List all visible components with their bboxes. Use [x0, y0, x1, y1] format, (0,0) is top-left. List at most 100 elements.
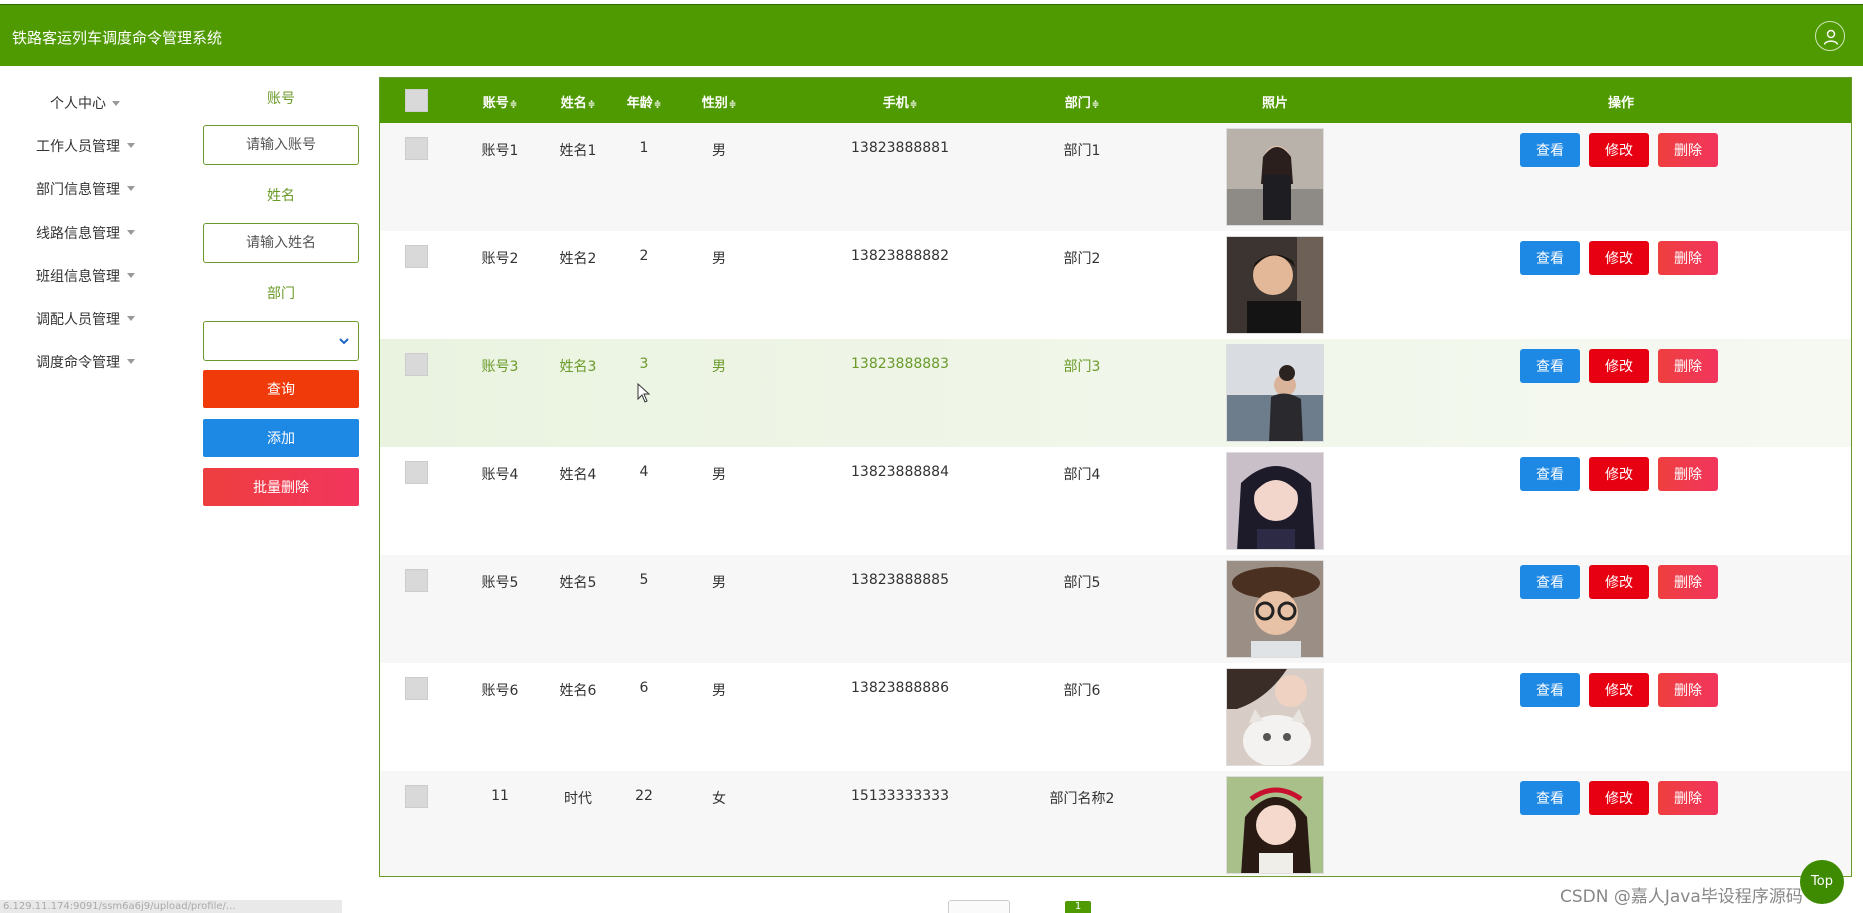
view-button[interactable]: 查看	[1520, 457, 1580, 491]
caret-down-icon	[127, 316, 135, 321]
delete-button[interactable]: 删除	[1658, 349, 1718, 383]
caret-down-icon	[127, 143, 135, 148]
name-label: 姓名	[267, 188, 295, 204]
sidebar-item-team[interactable]: 班组信息管理	[0, 266, 170, 296]
browser-status-url: 6.129.11.174:9091/ssm6a6j9/upload/profil…	[0, 900, 342, 913]
edit-button[interactable]: 修改	[1589, 349, 1649, 383]
row-checkbox[interactable]	[405, 461, 428, 484]
chevron-down-icon	[339, 338, 349, 345]
sidebar-item-label: 线路信息管理	[36, 226, 120, 242]
name-input[interactable]	[203, 223, 359, 263]
caret-down-icon	[127, 273, 135, 278]
sidebar-item-route[interactable]: 线路信息管理	[0, 223, 170, 253]
column-header-account[interactable]: 账号≑	[470, 92, 530, 111]
staff-photo	[1226, 452, 1324, 550]
delete-button[interactable]: 删除	[1658, 241, 1718, 275]
column-header-photo: 照片	[1261, 96, 1288, 111]
column-header-dept[interactable]: 部门≑	[1052, 92, 1112, 111]
row-checkbox[interactable]	[405, 245, 428, 268]
account-input[interactable]	[203, 125, 359, 165]
column-header-name[interactable]: 姓名≑	[548, 92, 608, 111]
view-button[interactable]: 查看	[1520, 349, 1580, 383]
edit-button[interactable]: 修改	[1589, 673, 1649, 707]
cell-gender: 男	[712, 575, 726, 591]
caret-down-icon	[127, 359, 135, 364]
account-label: 账号	[267, 91, 295, 107]
sidebar-item-personal-center[interactable]: 个人中心	[0, 93, 170, 123]
mouse-cursor-icon	[637, 383, 651, 403]
caret-down-icon	[112, 101, 120, 106]
cell-phone: 13823888882	[851, 248, 949, 264]
sidebar-item-department[interactable]: 部门信息管理	[0, 179, 170, 209]
back-to-top-button[interactable]: Top	[1800, 860, 1844, 904]
cell-gender: 男	[712, 251, 726, 267]
edit-button[interactable]: 修改	[1589, 241, 1649, 275]
row-checkbox[interactable]	[405, 785, 428, 808]
view-button[interactable]: 查看	[1520, 565, 1580, 599]
pagination-prev-button[interactable]	[948, 900, 1010, 913]
edit-button[interactable]: 修改	[1589, 133, 1649, 167]
delete-button[interactable]: 删除	[1658, 457, 1718, 491]
add-button[interactable]: 添加	[203, 419, 359, 457]
cell-name: 姓名3	[559, 359, 597, 375]
pagination-current-page[interactable]: 1	[1065, 901, 1091, 913]
sidebar-item-staff[interactable]: 工作人员管理	[0, 136, 170, 166]
table-row: 账号4 姓名4 4 男 13823888884 部门4 查看 修改 删除	[380, 447, 1851, 555]
cell-age: 3	[639, 356, 649, 372]
sort-icon: ≑	[909, 100, 918, 110]
cell-name: 姓名5	[559, 575, 597, 591]
row-checkbox[interactable]	[405, 569, 428, 592]
cell-dept: 部门3	[1063, 359, 1101, 375]
cell-phone: 13823888885	[851, 572, 949, 588]
cell-name: 姓名6	[559, 683, 597, 699]
staff-photo	[1226, 668, 1324, 766]
dept-select[interactable]	[203, 321, 359, 361]
cell-dept: 部门1	[1063, 143, 1101, 159]
edit-button[interactable]: 修改	[1589, 781, 1649, 815]
sidebar-item-dispatcher[interactable]: 调配人员管理	[0, 309, 170, 339]
delete-button[interactable]: 删除	[1658, 673, 1718, 707]
delete-button[interactable]: 删除	[1658, 133, 1718, 167]
column-header-phone[interactable]: 手机≑	[870, 92, 930, 111]
caret-down-icon	[127, 186, 135, 191]
column-header-gender[interactable]: 性别≑	[689, 92, 749, 111]
delete-button[interactable]: 删除	[1658, 565, 1718, 599]
cell-name: 姓名2	[559, 251, 597, 267]
cell-dept: 部门4	[1063, 467, 1101, 483]
row-checkbox[interactable]	[405, 677, 428, 700]
sort-icon: ≑	[587, 100, 596, 110]
table-row: 账号6 姓名6 6 男 13823888886 部门6 查看 修改 删除	[380, 663, 1851, 771]
table-row: 账号1 姓名1 1 男 13823888881 部门1 查看 修改 删除	[380, 123, 1851, 231]
column-header-age[interactable]: 年龄≑	[614, 92, 674, 111]
table-header: 账号≑ 姓名≑ 年龄≑ 性别≑ 手机≑ 部门≑ 照片 操作	[380, 78, 1851, 123]
sidebar-item-label: 工作人员管理	[36, 139, 120, 155]
sidebar-item-dispatch-command[interactable]: 调度命令管理	[0, 352, 170, 382]
view-button[interactable]: 查看	[1520, 241, 1580, 275]
delete-button[interactable]: 删除	[1658, 781, 1718, 815]
view-button[interactable]: 查看	[1520, 673, 1580, 707]
table-row: 账号2 姓名2 2 男 13823888882 部门2 查看 修改 删除	[380, 231, 1851, 339]
cell-phone: 13823888886	[851, 680, 949, 696]
query-button[interactable]: 查询	[203, 370, 359, 408]
edit-button[interactable]: 修改	[1589, 565, 1649, 599]
row-checkbox[interactable]	[405, 353, 428, 376]
caret-down-icon	[127, 230, 135, 235]
staff-table: 账号≑ 姓名≑ 年龄≑ 性别≑ 手机≑ 部门≑ 照片 操作 账号1 姓名1 1 …	[379, 77, 1852, 877]
row-checkbox[interactable]	[405, 137, 428, 160]
csdn-watermark: CSDN @嘉人Java毕设程序源码	[1560, 887, 1803, 907]
cell-dept: 部门6	[1063, 683, 1101, 699]
app-title: 铁路客运列车调度命令管理系统	[12, 29, 223, 47]
user-icon[interactable]	[1815, 21, 1845, 51]
cell-name: 姓名4	[559, 467, 597, 483]
table-row: 账号3 姓名3 3 男 13823888883 部门3 查看 修改 删除	[380, 339, 1851, 447]
view-button[interactable]: 查看	[1520, 133, 1580, 167]
edit-button[interactable]: 修改	[1589, 457, 1649, 491]
cell-phone: 13823888883	[851, 356, 949, 372]
select-all-checkbox[interactable]	[405, 89, 428, 112]
cell-name: 姓名1	[559, 143, 597, 159]
view-button[interactable]: 查看	[1520, 781, 1580, 815]
cell-phone: 15133333333	[851, 788, 949, 804]
top-header: 铁路客运列车调度命令管理系统	[0, 4, 1863, 66]
batch-delete-button[interactable]: 批量删除	[203, 468, 359, 506]
staff-photo	[1226, 560, 1324, 658]
